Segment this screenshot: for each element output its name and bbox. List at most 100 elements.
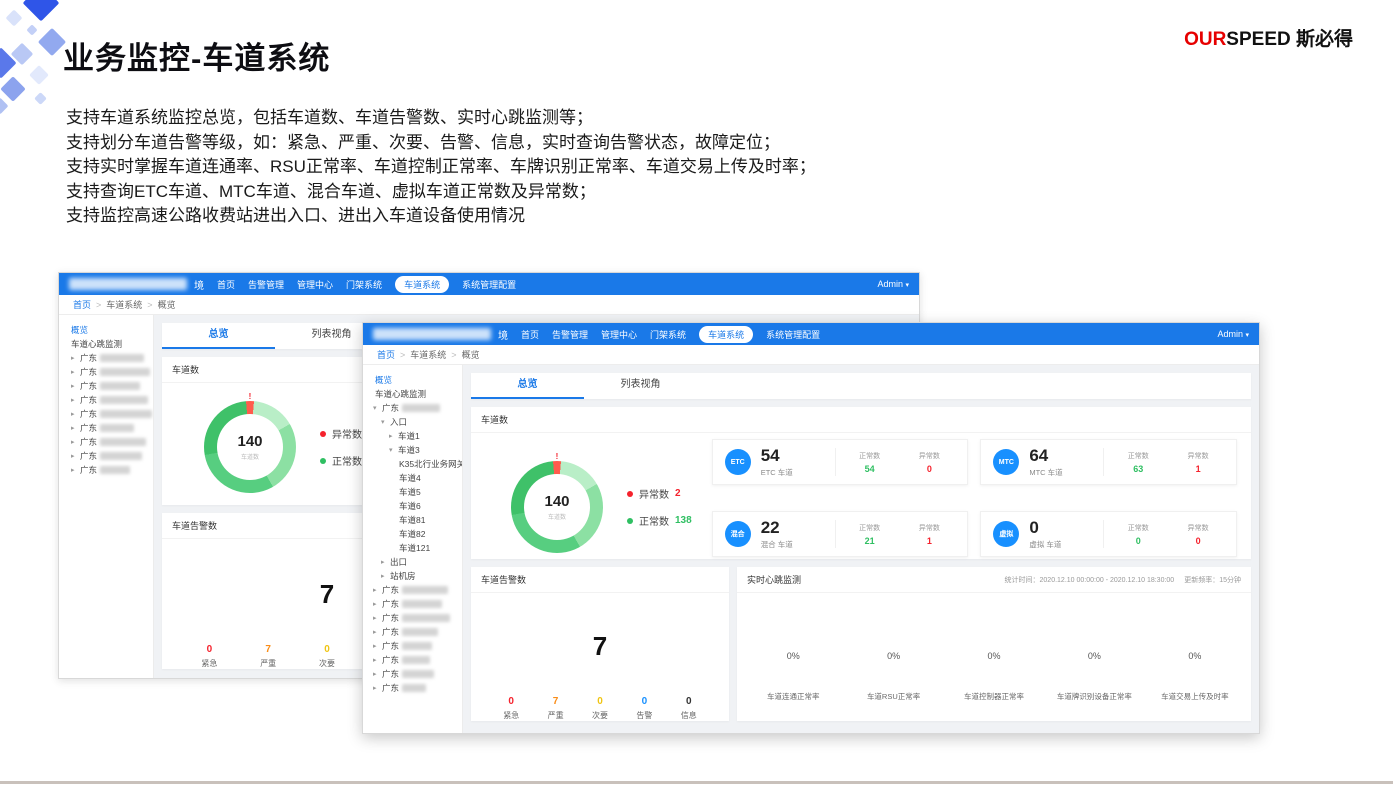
tab-overview[interactable]: 总览 xyxy=(162,323,275,349)
lane-total-value: 140 xyxy=(237,433,262,450)
expand-icon: ▸ xyxy=(373,670,379,678)
expand-icon: ▸ xyxy=(373,684,379,692)
redacted-text xyxy=(402,586,448,594)
tree-node-lane3[interactable]: ▾车道3 xyxy=(363,443,462,457)
sidebar-item-overview[interactable]: 概览 xyxy=(59,323,153,337)
collapse-icon: ▾ xyxy=(389,446,395,454)
mtc-badge-icon: MTC xyxy=(993,449,1019,475)
nav-item-gantry-system[interactable]: 门架系统 xyxy=(346,278,382,291)
alarm-total: 7 xyxy=(471,631,729,662)
sidebar-item-overview[interactable]: 概览 xyxy=(363,373,462,387)
tree-node-province[interactable]: ▸广东 xyxy=(363,597,462,611)
tree-node-lane81[interactable]: 车道81 xyxy=(363,513,462,527)
sidebar-item-province[interactable]: ▸广东 xyxy=(59,365,153,379)
normal-value: 138 xyxy=(675,515,692,526)
nav-item-management-center[interactable]: 管理中心 xyxy=(297,278,333,291)
heartbeat-card: 实时心跳监测 统计时间：2020.12.10 00:00:00 - 2020.1… xyxy=(737,567,1251,721)
user-menu[interactable]: Admin ▾ xyxy=(877,279,909,289)
nav-item-system-config[interactable]: 系统管理配置 xyxy=(462,278,516,291)
breadcrumb-home[interactable]: 首页 xyxy=(73,298,91,311)
redacted-text xyxy=(100,354,144,362)
sidebar-item-province[interactable]: ▸广东 xyxy=(59,393,153,407)
normal-legend-label: 正常数 xyxy=(639,513,669,528)
tree-node-province[interactable]: ▾广东 xyxy=(363,401,462,415)
tree-node-gateway[interactable]: K35北行业务网关 xyxy=(363,457,462,471)
nav-item-lane-system[interactable]: 车道系统 xyxy=(699,326,753,343)
redacted-text xyxy=(100,438,146,446)
tab-overview[interactable]: 总览 xyxy=(471,373,584,399)
redacted-text xyxy=(100,396,148,404)
expand-icon: ▸ xyxy=(373,642,379,650)
nav-item-home[interactable]: 首页 xyxy=(217,278,235,291)
chevron-down-icon: ▾ xyxy=(1245,332,1249,339)
nav-item-alarm-management[interactable]: 告警管理 xyxy=(552,328,588,341)
collapse-icon: ▾ xyxy=(373,404,379,412)
expand-icon: ▸ xyxy=(373,656,379,664)
sidebar-item-heartbeat[interactable]: 车道心跳监测 xyxy=(363,387,462,401)
tree-node-lane1[interactable]: ▸车道1 xyxy=(363,429,462,443)
sidebar-item-province[interactable]: ▸广东 xyxy=(59,435,153,449)
redacted-text xyxy=(100,424,134,432)
expand-icon: ▸ xyxy=(381,572,387,580)
nav-item-management-center[interactable]: 管理中心 xyxy=(601,328,637,341)
tree-node-exit[interactable]: ▸出口 xyxy=(363,555,462,569)
breadcrumb-section[interactable]: 车道系统 xyxy=(410,348,446,361)
tree-node-lane6[interactable]: 车道6 xyxy=(363,499,462,513)
lane-total-label: 车道数 xyxy=(548,512,566,521)
sidebar-item-province[interactable]: ▸广东 xyxy=(59,421,153,435)
tree-node-lane5[interactable]: 车道5 xyxy=(363,485,462,499)
sidebar-item-province[interactable]: ▸广东 xyxy=(59,449,153,463)
breadcrumb-section[interactable]: 车道系统 xyxy=(106,298,142,311)
tree-node-station-room[interactable]: ▸站机房 xyxy=(363,569,462,583)
user-name: Admin xyxy=(1217,329,1243,339)
tree-node-province[interactable]: ▸广东 xyxy=(363,681,462,695)
metric-controller: 0%车道控制器正常率 xyxy=(944,593,1044,702)
sidebar: 概览 车道心跳监测 ▸广东 ▸广东 ▸广东 ▸广东 ▸广东 ▸广东 ▸广东 ▸广… xyxy=(59,315,154,678)
sidebar-item-province[interactable]: ▸广东 xyxy=(59,351,153,365)
card-title: 车道告警数 xyxy=(471,567,729,593)
metric-plate-recognition: 0%车道牌识别设备正常率 xyxy=(1044,593,1144,702)
tree-node-province[interactable]: ▸广东 xyxy=(363,653,462,667)
redacted-text xyxy=(402,684,426,692)
tree-node-province[interactable]: ▸广东 xyxy=(363,611,462,625)
nav-item-lane-system[interactable]: 车道系统 xyxy=(395,276,449,293)
tree-node-province[interactable]: ▸广东 xyxy=(363,583,462,597)
sidebar-item-province[interactable]: ▸广东 xyxy=(59,379,153,393)
redacted-text xyxy=(402,614,450,622)
sidebar-item-province[interactable]: ▸广东 xyxy=(59,463,153,477)
nav-item-alarm-management[interactable]: 告警管理 xyxy=(248,278,284,291)
main-content: 总览 列表视角 车道数 ! 140车道数 异常数2 正常 xyxy=(463,365,1259,733)
tree-node-lane4[interactable]: 车道4 xyxy=(363,471,462,485)
expand-icon: ▸ xyxy=(71,410,77,418)
tree-node-lane121[interactable]: 车道121 xyxy=(363,541,462,555)
breadcrumb-home[interactable]: 首页 xyxy=(377,348,395,361)
sidebar-item-heartbeat[interactable]: 车道心跳监测 xyxy=(59,337,153,351)
brand-logo-speed: SPEED xyxy=(1226,29,1290,50)
tree-node-province[interactable]: ▸广东 xyxy=(363,625,462,639)
redacted-text xyxy=(402,656,430,664)
metric-transaction-upload: 0%车道交易上传及时率 xyxy=(1145,593,1245,702)
nav-item-gantry-system[interactable]: 门架系统 xyxy=(650,328,686,341)
alarm-level-critical: 0紧急 xyxy=(503,696,519,721)
mixed-lane-card: 混合 22混合 车道 正常数21 异常数1 xyxy=(712,511,969,557)
description-line: 支持实时掌握车道连通率、RSU正常率、车道控制正常率、车牌识别正常率、车道交易上… xyxy=(66,155,1026,180)
tree-node-entrance[interactable]: ▾入口 xyxy=(363,415,462,429)
expand-icon: ▸ xyxy=(71,396,77,404)
tree-node-lane82[interactable]: 车道82 xyxy=(363,527,462,541)
sidebar-item-province[interactable]: ▸广东 xyxy=(59,407,153,421)
tree-node-province[interactable]: ▸广东 xyxy=(363,667,462,681)
logo-suffix: 境 xyxy=(498,327,508,342)
nav-item-system-config[interactable]: 系统管理配置 xyxy=(766,328,820,341)
user-menu[interactable]: Admin ▾ xyxy=(1217,329,1249,339)
expand-icon: ▸ xyxy=(373,628,379,636)
slide: 业务监控-车道系统 OURSPEED 斯必得 支持车道系统监控总览，包括车道数、… xyxy=(0,0,1393,786)
alarm-level-warning: 0告警 xyxy=(636,696,652,721)
redacted-text xyxy=(402,600,442,608)
expand-icon: ▸ xyxy=(71,424,77,432)
tree-node-province[interactable]: ▸广东 xyxy=(363,639,462,653)
tab-list-view[interactable]: 列表视角 xyxy=(584,373,697,399)
expand-icon: ▸ xyxy=(373,614,379,622)
normal-dot-icon xyxy=(627,518,633,524)
nav-item-home[interactable]: 首页 xyxy=(521,328,539,341)
alarm-level-severe: 7严重 xyxy=(260,644,276,669)
